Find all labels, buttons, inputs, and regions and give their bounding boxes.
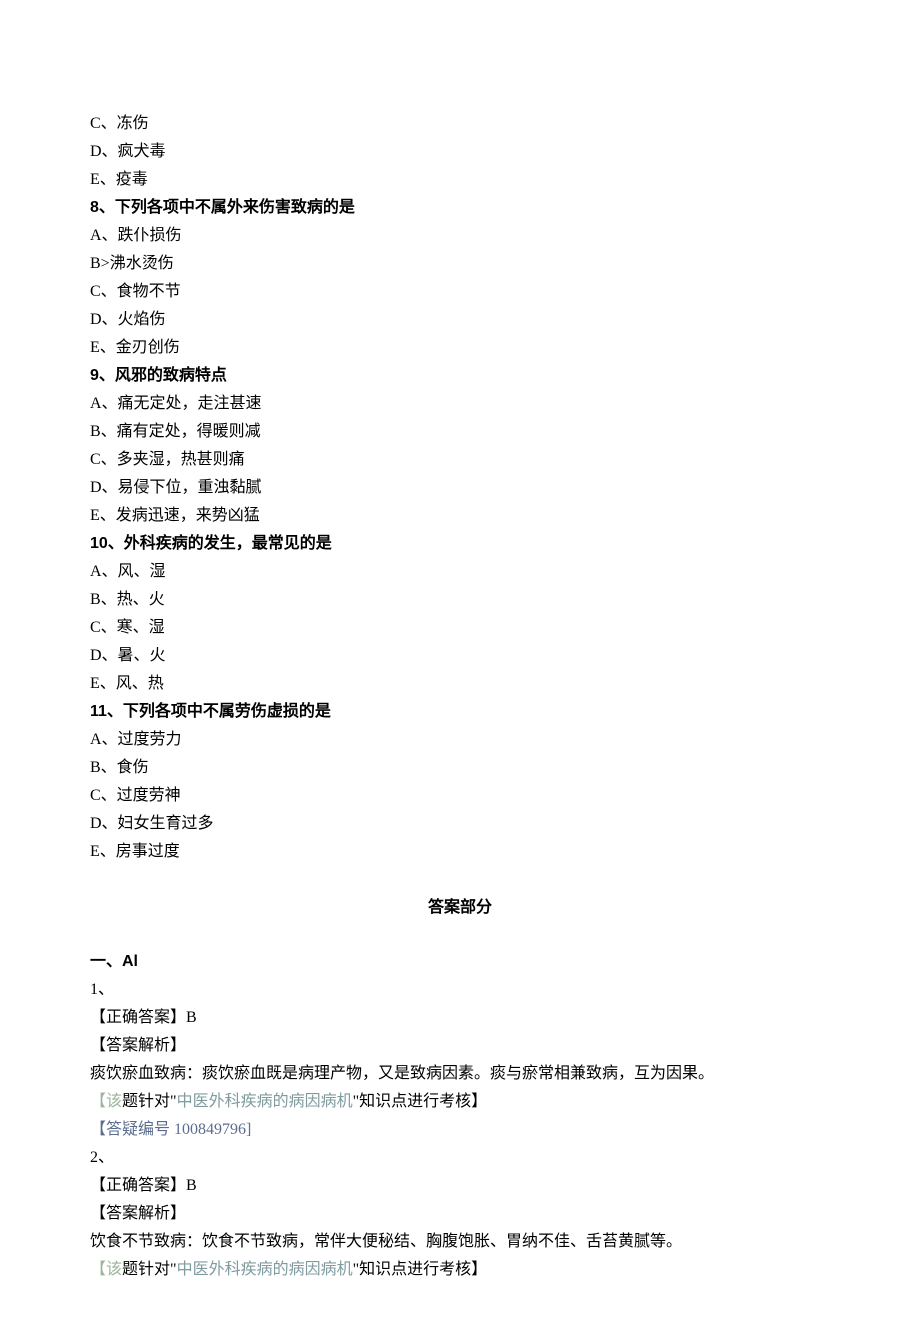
q10-option-b: B、热、火 [90,586,830,614]
document-page: C、冻伤 D、疯犬毒 E、疫毒 8、下列各项中不属外来伤害致病的是 A、跌仆损伤… [0,0,920,1344]
a2-note-mid1: 题针对" [122,1261,177,1278]
q11-option-d: D、妇女生育过多 [90,810,830,838]
answers-header: 答案部分 [90,894,830,922]
q11-option-a: A、过度劳力 [90,726,830,754]
a2-note: 【该题针对"中医外科疾病的病因病机"知识点进行考核】 [90,1256,830,1284]
a1-ref: 【答疑编号 100849796] [90,1116,830,1144]
a1-note-topic: 中医外科疾病的病因病机 [177,1093,353,1110]
q11-option-e: E、房事过度 [90,838,830,866]
q8-option-e: E、金刃创伤 [90,334,830,362]
q8-option-b: B>沸水烫伤 [90,250,830,278]
answers-section: 一、Al [90,948,830,976]
a2-note-topic: 中医外科疾病的病因病机 [177,1261,353,1278]
q10-option-d: D、暑、火 [90,642,830,670]
q9-option-c: C、多夹湿，热甚则痛 [90,446,830,474]
q11-title: 11、下列各项中不属劳伤虚损的是 [90,698,830,726]
q9-title: 9、风邪的致病特点 [90,362,830,390]
q7-option-e: E、疫毒 [90,166,830,194]
a1-analysis-label: 【答案解析】 [90,1032,830,1060]
a2-correct: 【正确答案】B [90,1172,830,1200]
a2-note-pre: 【该 [90,1261,122,1278]
q10-option-c: C、寒、湿 [90,614,830,642]
a1-analysis-text: 痰饮瘀血致病：痰饮瘀血既是病理产物，又是致病因素。痰与瘀常相兼致病，互为因果。 [90,1060,830,1088]
a2-analysis-label: 【答案解析】 [90,1200,830,1228]
q8-option-a: A、跌仆损伤 [90,222,830,250]
q7-option-c: C、冻伤 [90,110,830,138]
q11-option-c: C、过度劳神 [90,782,830,810]
a1-note-pre: 【该 [90,1093,122,1110]
q10-option-e: E、风、热 [90,670,830,698]
q7-option-d: D、疯犬毒 [90,138,830,166]
a2-number: 2、 [90,1144,830,1172]
q9-option-a: A、痛无定处，走注甚速 [90,390,830,418]
q8-option-c: C、食物不节 [90,278,830,306]
q9-option-b: B、痛有定处，得暖则减 [90,418,830,446]
a1-ref-pre: 【答疑 [90,1121,138,1138]
a1-note-mid1: 题针对" [122,1093,177,1110]
q11-option-b: B、食伤 [90,754,830,782]
q9-option-e: E、发病迅速，来势凶猛 [90,502,830,530]
a2-note-tail: "知识点进行考核】 [353,1261,488,1278]
a1-number: 1、 [90,976,830,1004]
q8-option-d: D、火焰伤 [90,306,830,334]
q10-option-a: A、风、湿 [90,558,830,586]
a1-correct: 【正确答案】B [90,1004,830,1032]
a1-note-tail: "知识点进行考核】 [353,1093,488,1110]
q9-option-d: D、易侵下位，重浊黏腻 [90,474,830,502]
a2-analysis-text: 饮食不节致病：饮食不节致病，常伴大便秘结、胸腹饱胀、胃纳不佳、舌苔黄腻等。 [90,1228,830,1256]
a1-ref-tail: 编号 100849796] [138,1121,251,1138]
a1-note: 【该题针对"中医外科疾病的病因病机"知识点进行考核】 [90,1088,830,1116]
q10-title: 10、外科疾病的发生，最常见的是 [90,530,830,558]
q8-title: 8、下列各项中不属外来伤害致病的是 [90,194,830,222]
